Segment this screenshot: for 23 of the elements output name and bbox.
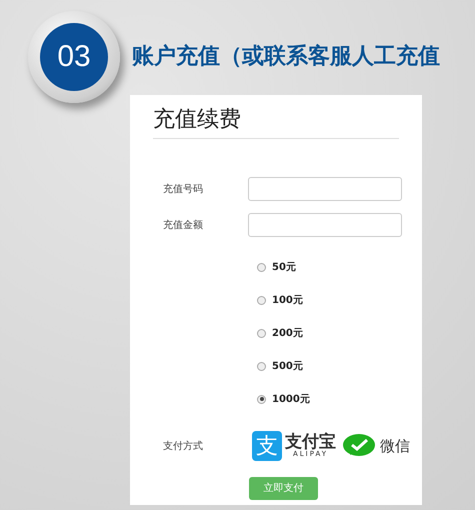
amount-label: 50元 [272, 260, 296, 274]
amount-label: 100元 [272, 294, 303, 308]
field-label: 支付方式 [162, 440, 204, 454]
field-label: 充值金额 [162, 218, 204, 232]
wechat-name: 微信 [380, 436, 410, 457]
radio-button[interactable] [257, 262, 266, 272]
chat-check-icon [342, 433, 376, 459]
radio-button[interactable] [257, 394, 266, 404]
radio-button[interactable] [257, 328, 266, 338]
slide-title: 账户充值（或联系客服人工充值 [132, 42, 440, 71]
wechat-option[interactable]: 微信 [342, 433, 410, 459]
amount-label: 1000元 [272, 392, 310, 406]
radio-button[interactable] [257, 362, 266, 370]
input-field[interactable] [248, 213, 402, 237]
amount-label: 200元 [272, 326, 303, 340]
alipay-logo-icon: 支 [252, 431, 282, 461]
form-heading: 充值续费 [153, 103, 399, 139]
badge-number: 03 [57, 39, 91, 75]
amount-label: 500元 [272, 360, 303, 374]
radio-button[interactable] [257, 296, 266, 304]
alipay-name: 支付宝 [285, 434, 336, 451]
input-field[interactable] [248, 177, 402, 201]
field-label: 充值号码 [162, 182, 204, 196]
